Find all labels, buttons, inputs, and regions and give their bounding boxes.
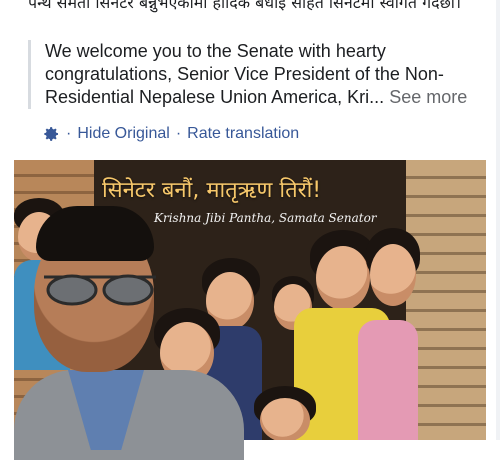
- translation-text: We welcome you to the Senate with hearty…: [45, 41, 444, 107]
- translation-actions: · Hide Original · Rate translation: [42, 125, 299, 143]
- rate-translation-link[interactable]: Rate translation: [187, 125, 299, 143]
- man-hair: [36, 206, 154, 261]
- separator-dot: ·: [175, 125, 182, 142]
- child-shirt: [358, 320, 418, 440]
- banner-title: सिनेटर बनौं, मातृऋण तिरौं!: [102, 178, 322, 203]
- gear-icon[interactable]: [42, 125, 60, 143]
- sunglasses-icon: [44, 274, 156, 306]
- child-face: [316, 246, 370, 310]
- post-original-text: पन्थ समता सिनेटर बन्नुभएकोमा हार्दिक बधा…: [28, 0, 462, 12]
- see-more-link[interactable]: See more: [389, 87, 467, 107]
- separator-dot: ·: [66, 125, 72, 142]
- banner-subtitle: Krishna Jibi Pantha, Samata Senator: [154, 211, 377, 225]
- bamboo-wall-right: [406, 160, 486, 440]
- child-face: [370, 244, 416, 306]
- hide-original-link[interactable]: Hide Original: [77, 125, 169, 143]
- translation-block: We welcome you to the Senate with hearty…: [28, 40, 500, 109]
- child-face: [260, 398, 310, 440]
